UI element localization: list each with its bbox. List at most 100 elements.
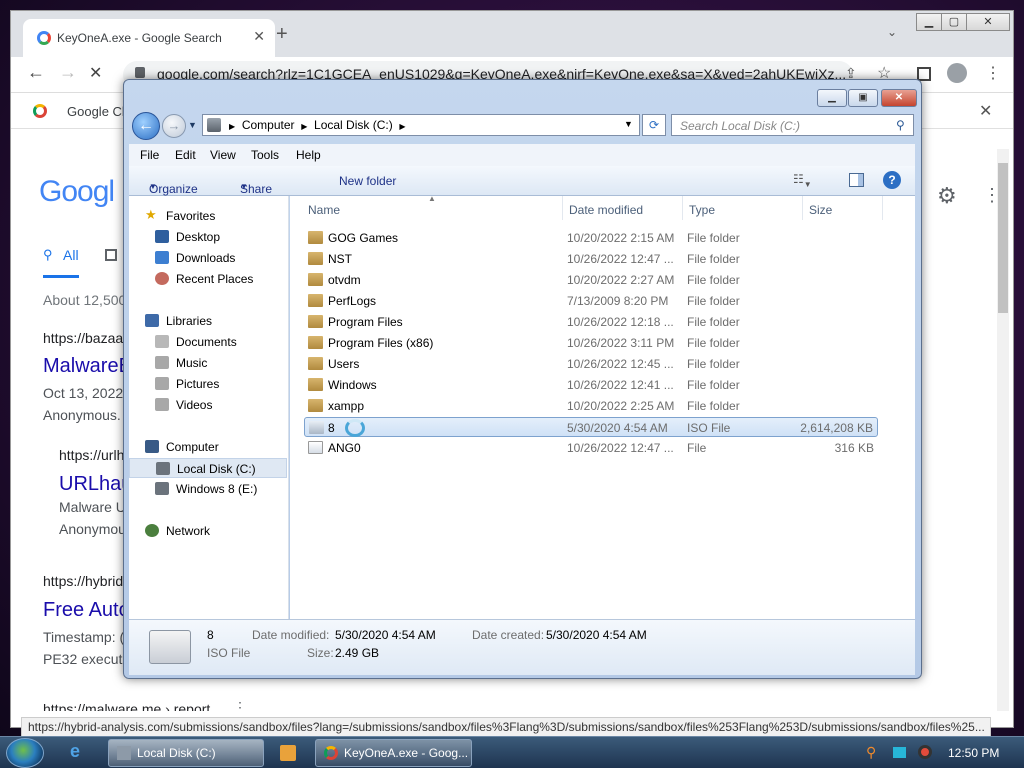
new-folder-button[interactable]: New folder — [339, 174, 396, 188]
result-meta: Oct 13, 2022 — [43, 385, 124, 401]
nav-music[interactable]: Music — [129, 353, 287, 373]
file-row[interactable]: otvdm 10/20/2022 2:27 AM File folder — [304, 270, 878, 290]
menu-file[interactable]: File — [140, 148, 159, 162]
nav-videos[interactable]: Videos — [129, 395, 287, 415]
column-divider[interactable] — [562, 196, 563, 220]
file-row[interactable]: Program Files 10/26/2022 12:18 ... File fo… — [304, 312, 878, 332]
menu-help[interactable]: Help — [296, 148, 321, 162]
page-scrollbar[interactable] — [997, 149, 1009, 711]
chrome-menu-icon[interactable]: ⋮ — [985, 63, 1001, 83]
breadcrumb-separator-icon: ▶ — [301, 122, 308, 131]
internet-explorer-icon[interactable]: e — [70, 741, 80, 762]
file-row[interactable]: Program Files (x86) 10/26/2022 3:11 PM Fil… — [304, 333, 878, 353]
menu-view[interactable]: View — [210, 148, 236, 162]
bookmark-item[interactable]: Google Cl — [67, 104, 125, 119]
taskbar-explorer-button[interactable]: Local Disk (C:) — [108, 739, 264, 767]
nav-documents[interactable]: Documents — [129, 332, 287, 352]
bookmarks-close-icon[interactable]: ✕ — [979, 101, 992, 121]
file-type: File folder — [687, 252, 740, 266]
explorer-close-button[interactable]: ✕ — [881, 89, 917, 107]
google-logo[interactable]: Googl — [39, 175, 115, 209]
column-divider[interactable] — [882, 196, 883, 220]
view-options-icon[interactable]: ☷ ▼ — [793, 172, 812, 189]
column-divider[interactable] — [802, 196, 803, 220]
file-row[interactable]: ANG0 10/26/2022 12:47 ... File 316 KB — [304, 438, 878, 458]
file-row-selected[interactable]: 8 5/30/2020 4:54 AM ISO File 2,614,208 KB — [304, 417, 878, 437]
taskbar-chrome-button[interactable]: KeyOneA.exe - Goog... — [315, 739, 472, 767]
help-icon[interactable]: ? — [883, 171, 901, 189]
result-more-icon[interactable]: ⋮ — [233, 699, 247, 711]
column-size[interactable]: Size — [809, 203, 832, 217]
column-name[interactable]: Name — [308, 203, 340, 217]
tray-search-icon[interactable]: ⚲ — [866, 744, 876, 761]
settings-gear-icon[interactable]: ⚙ — [937, 183, 957, 209]
result-url[interactable]: https://urlh — [59, 447, 124, 463]
back-arrow-icon[interactable]: ← — [27, 62, 45, 83]
scrollbar-thumb[interactable] — [998, 163, 1008, 313]
column-date-modified[interactable]: Date modified — [569, 203, 643, 217]
stop-loading-icon[interactable]: ✕ — [89, 63, 102, 83]
column-divider[interactable] — [682, 196, 683, 220]
forward-arrow-icon[interactable]: → — [59, 62, 77, 83]
images-tab-icon[interactable] — [105, 249, 117, 261]
media-player-icon[interactable] — [280, 745, 296, 761]
nav-libraries[interactable]: Libraries — [129, 311, 287, 331]
result-url[interactable]: https://bazaa — [43, 330, 123, 346]
forward-button[interactable]: → — [162, 114, 186, 138]
profile-avatar[interactable] — [947, 63, 967, 83]
explorer-address-bar[interactable]: ▶ Computer ▶ Local Disk (C:) ▶ ▼ — [202, 114, 640, 136]
tab-close-icon[interactable]: ✕ — [253, 28, 265, 45]
nav-recent-places[interactable]: Recent Places — [129, 269, 287, 289]
chrome-close-button[interactable]: ✕ — [966, 13, 1010, 31]
result-title[interactable]: MalwareB — [43, 355, 132, 378]
nav-pictures[interactable]: Pictures — [129, 374, 287, 394]
file-row[interactable]: PerfLogs 7/13/2009 8:20 PM File folder — [304, 291, 878, 311]
file-row[interactable]: Users 10/26/2022 12:45 ... File folder — [304, 354, 878, 374]
chrome-maximize-button[interactable]: ▢ — [941, 13, 967, 31]
result-url[interactable]: https://malware.me › report — [43, 701, 210, 711]
breadcrumb-local-disk[interactable]: Local Disk (C:) — [314, 118, 393, 132]
explorer-search-input[interactable]: Search Local Disk (C:) ⚲ — [671, 114, 914, 136]
tray-volume-icon[interactable] — [918, 745, 932, 759]
breadcrumb-computer[interactable]: Computer — [242, 118, 295, 132]
tab-all[interactable]: All — [63, 247, 79, 263]
nav-desktop[interactable]: Desktop — [129, 227, 287, 247]
browser-tab[interactable]: KeyOneA.exe - Google Search ✕ — [23, 19, 275, 57]
menu-tools[interactable]: Tools — [251, 148, 279, 162]
nav-windows8-drive[interactable]: Windows 8 (E:) — [129, 479, 287, 499]
nav-favorites[interactable]: ★ Favorites — [129, 206, 287, 226]
taskbar-clock[interactable]: 12:50 PM — [948, 746, 999, 760]
file-row[interactable]: NST 10/26/2022 12:47 ... File folder — [304, 249, 878, 269]
back-button[interactable]: ← — [132, 112, 160, 140]
nav-downloads[interactable]: Downloads — [129, 248, 287, 268]
nav-local-disk[interactable]: Local Disk (C:) — [129, 458, 287, 478]
file-type: File — [687, 441, 707, 455]
nav-computer[interactable]: Computer — [129, 437, 287, 457]
tray-display-icon[interactable] — [893, 747, 906, 758]
file-row[interactable]: GOG Games 10/20/2022 2:15 AM File folder — [304, 228, 878, 248]
nav-label: Music — [176, 356, 208, 370]
preview-pane-icon[interactable] — [849, 173, 864, 187]
folder-icon — [308, 252, 323, 265]
result-url[interactable]: https://hybrid — [43, 573, 123, 589]
file-date: 10/26/2022 12:45 ... — [567, 357, 674, 371]
nav-network[interactable]: Network — [129, 521, 287, 541]
file-type: ISO File — [687, 421, 731, 435]
menu-edit[interactable]: Edit — [175, 148, 196, 162]
address-dropdown-icon[interactable]: ▼ — [624, 119, 633, 129]
breadcrumb-separator-icon[interactable]: ▶ — [399, 122, 405, 131]
tab-list-chevron-icon[interactable]: ⌄ — [887, 25, 897, 39]
nav-label: Windows 8 (E:) — [176, 482, 258, 496]
recent-pages-chevron-icon[interactable]: ▼ — [188, 120, 197, 130]
explorer-minimize-button[interactable]: ▁ — [817, 89, 847, 107]
new-tab-button[interactable]: + — [276, 23, 288, 46]
column-type[interactable]: Type — [689, 203, 715, 217]
file-row[interactable]: xampp 10/20/2022 2:25 AM File folder — [304, 396, 878, 416]
result-title[interactable]: URLhau — [59, 473, 132, 496]
result-title[interactable]: Free Auto — [43, 599, 130, 622]
refresh-button[interactable]: ⟳ — [642, 114, 666, 136]
file-row[interactable]: Windows 10/26/2022 12:41 ... File folder — [304, 375, 878, 395]
explorer-maximize-button[interactable]: ▣ — [848, 89, 878, 107]
chrome-minimize-button[interactable]: ▁ — [916, 13, 942, 31]
start-button[interactable] — [6, 738, 44, 768]
